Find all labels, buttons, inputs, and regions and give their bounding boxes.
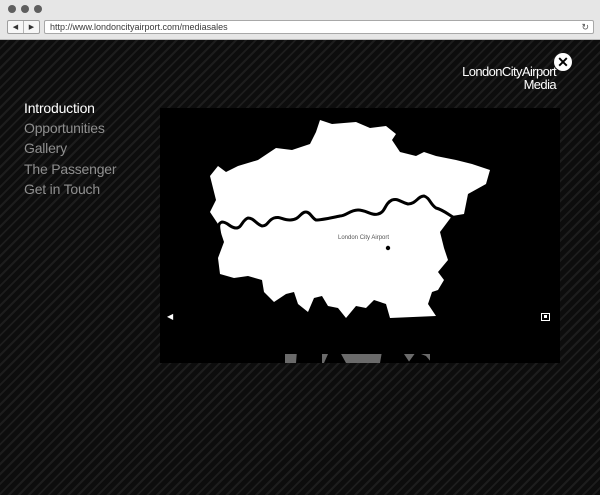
reload-icon[interactable]: ↻	[581, 21, 589, 33]
video-player[interactable]: London City Airport ◀	[160, 108, 560, 363]
url-text[interactable]: http://www.londoncityairport.com/mediasa…	[50, 22, 228, 33]
forward-arrow-icon[interactable]: ▶	[24, 21, 39, 33]
volume-icon[interactable]: ◀	[167, 312, 173, 321]
logo-city: City	[501, 64, 523, 79]
page-content: LondonCityAirport Media ✕ Introduction O…	[0, 40, 600, 495]
address-bar[interactable]: http://www.londoncityairport.com/mediasa…	[44, 20, 594, 34]
nav-buttons: ◀ ▶	[7, 20, 40, 34]
london-map: London City Airport	[209, 120, 490, 363]
menu-item-gallery[interactable]: Gallery	[24, 138, 116, 158]
menu-item-get-in-touch[interactable]: Get in Touch	[24, 179, 116, 199]
menu-item-the-passenger[interactable]: The Passenger	[24, 159, 117, 179]
airport-marker[interactable]	[385, 245, 391, 251]
fullscreen-icon[interactable]	[541, 313, 550, 321]
window-zoom-dot[interactable]	[34, 5, 42, 13]
close-icon[interactable]: ✕	[554, 53, 572, 71]
logo-line2: Media	[523, 77, 557, 92]
browser-window: ◀ ▶ http://www.londoncityairport.com/med…	[0, 0, 600, 495]
back-arrow-icon[interactable]: ◀	[8, 21, 24, 33]
logo-london: London	[462, 64, 502, 79]
menu-item-introduction[interactable]: Introduction	[24, 98, 116, 118]
window-minimize-dot[interactable]	[21, 5, 29, 13]
browser-chrome: ◀ ▶ http://www.londoncityairport.com/med…	[0, 0, 600, 40]
menu-item-opportunities[interactable]: Opportunities	[24, 118, 116, 138]
window-close-dot[interactable]	[8, 5, 16, 13]
airport-label: London City Airport	[338, 235, 389, 241]
main-menu: Introduction Opportunities Gallery The P…	[24, 98, 117, 199]
site-logo[interactable]: LondonCityAirport Media	[462, 65, 556, 91]
